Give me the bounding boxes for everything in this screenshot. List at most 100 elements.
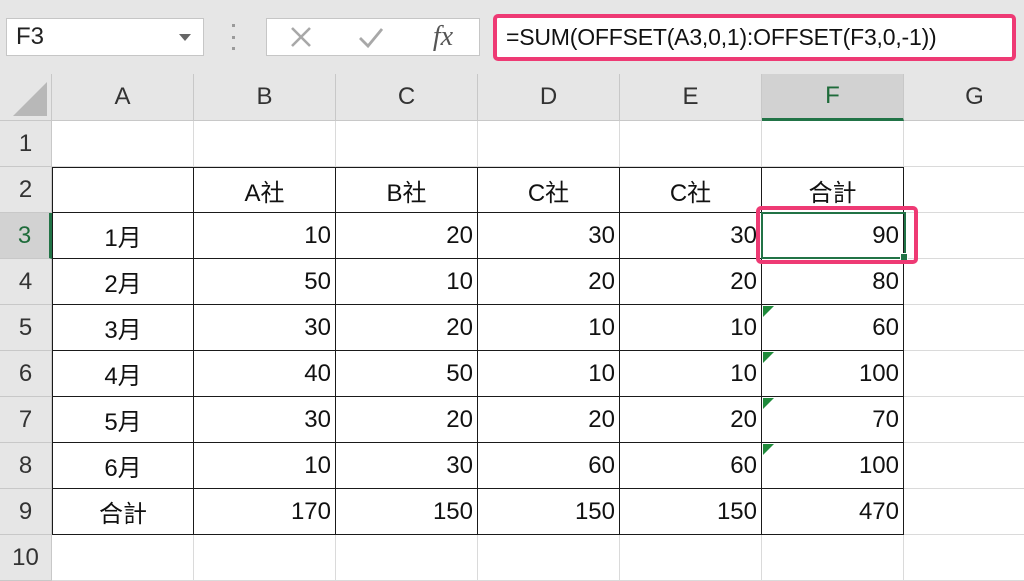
error-indicator-icon[interactable] (763, 352, 774, 363)
row-header-3[interactable]: 3 (0, 213, 52, 259)
chevron-down-icon[interactable] (179, 34, 191, 41)
cell-c9[interactable]: 150 (336, 489, 478, 535)
row-header-2[interactable]: 2 (0, 167, 52, 213)
cell-b5[interactable]: 30 (194, 305, 336, 351)
cell-e10[interactable] (620, 535, 762, 581)
formula-input[interactable]: =SUM(OFFSET(A3,0,1):OFFSET(F3,0,-1)) (493, 14, 1016, 61)
cell-b9[interactable]: 170 (194, 489, 336, 535)
cell-d4[interactable]: 20 (478, 259, 620, 305)
enter-check-icon[interactable] (353, 19, 389, 55)
cell-b7[interactable]: 30 (194, 397, 336, 443)
cell-c6[interactable]: 50 (336, 351, 478, 397)
name-box[interactable]: F3 (6, 18, 204, 56)
cell-g2[interactable] (904, 167, 1024, 213)
cell-f7[interactable]: 70 (762, 397, 904, 443)
column-header-e[interactable]: E (620, 74, 762, 121)
cell-a5[interactable]: 3月 (52, 305, 194, 351)
cell-b6[interactable]: 40 (194, 351, 336, 397)
cell-c8[interactable]: 30 (336, 443, 478, 489)
cell-f8[interactable]: 100 (762, 443, 904, 489)
cell-e6[interactable]: 10 (620, 351, 762, 397)
cell-f3[interactable]: 90 (762, 213, 904, 259)
row-header-6[interactable]: 6 (0, 351, 52, 397)
cell-d1[interactable] (478, 121, 620, 167)
cell-c3[interactable]: 20 (336, 213, 478, 259)
cell-c7[interactable]: 20 (336, 397, 478, 443)
cell-e4[interactable]: 20 (620, 259, 762, 305)
row-header-7[interactable]: 7 (0, 397, 52, 443)
column-header-b[interactable]: B (194, 74, 336, 121)
error-indicator-icon[interactable] (763, 306, 774, 317)
cell-c1[interactable] (336, 121, 478, 167)
cell-d3[interactable]: 30 (478, 213, 620, 259)
cancel-x-icon[interactable] (283, 19, 319, 55)
cell-e5[interactable]: 10 (620, 305, 762, 351)
cell-g1[interactable] (904, 121, 1024, 167)
cell-c4[interactable]: 10 (336, 259, 478, 305)
cell-c2[interactable]: B社 (336, 167, 478, 213)
cell-g7[interactable] (904, 397, 1024, 443)
cell-d5[interactable]: 10 (478, 305, 620, 351)
cell-g6[interactable] (904, 351, 1024, 397)
cell-f6[interactable]: 100 (762, 351, 904, 397)
row-header-1[interactable]: 1 (0, 121, 52, 167)
cell-e1[interactable] (620, 121, 762, 167)
row-header-5[interactable]: 5 (0, 305, 52, 351)
fill-handle[interactable] (900, 253, 908, 261)
cell-a6[interactable]: 4月 (52, 351, 194, 397)
cell-a8[interactable]: 6月 (52, 443, 194, 489)
cell-b1[interactable] (194, 121, 336, 167)
cell-d6[interactable]: 10 (478, 351, 620, 397)
cell-d2[interactable]: C社 (478, 167, 620, 213)
cell-g4[interactable] (904, 259, 1024, 305)
cell-e8[interactable]: 60 (620, 443, 762, 489)
row-header-10[interactable]: 10 (0, 535, 52, 581)
cell-a3[interactable]: 1月 (52, 213, 194, 259)
cell-f2[interactable]: 合計 (762, 167, 904, 213)
cell-d7[interactable]: 20 (478, 397, 620, 443)
cell-d10[interactable] (478, 535, 620, 581)
cell-a9[interactable]: 合計 (52, 489, 194, 535)
cell-g3[interactable] (904, 213, 1024, 259)
cell-d8[interactable]: 60 (478, 443, 620, 489)
cell-f10[interactable] (762, 535, 904, 581)
cell-f5[interactable]: 60 (762, 305, 904, 351)
column-header-g[interactable]: G (904, 74, 1024, 121)
drag-handle-icon[interactable] (229, 24, 237, 50)
column-header-d[interactable]: D (478, 74, 620, 121)
cell-a1[interactable] (52, 121, 194, 167)
cell-d9[interactable]: 150 (478, 489, 620, 535)
cell-g8[interactable] (904, 443, 1024, 489)
row-header-9[interactable]: 9 (0, 489, 52, 535)
cell-g9[interactable] (904, 489, 1024, 535)
cell-e2[interactable]: C社 (620, 167, 762, 213)
row-header-8[interactable]: 8 (0, 443, 52, 489)
cell-g5[interactable] (904, 305, 1024, 351)
cell-a4[interactable]: 2月 (52, 259, 194, 305)
cell-a10[interactable] (52, 535, 194, 581)
cell-c5[interactable]: 20 (336, 305, 478, 351)
row-header-4[interactable]: 4 (0, 259, 52, 305)
error-indicator-icon[interactable] (763, 444, 774, 455)
cell-c10[interactable] (336, 535, 478, 581)
error-indicator-icon[interactable] (763, 398, 774, 409)
column-header-c[interactable]: C (336, 74, 478, 121)
column-header-f[interactable]: F (762, 74, 904, 121)
cell-e7[interactable]: 20 (620, 397, 762, 443)
insert-function-icon[interactable]: fx (421, 19, 465, 55)
select-all-corner[interactable] (0, 74, 52, 121)
cell-e3[interactable]: 30 (620, 213, 762, 259)
cell-b3[interactable]: 10 (194, 213, 336, 259)
cell-a7[interactable]: 5月 (52, 397, 194, 443)
cell-e9[interactable]: 150 (620, 489, 762, 535)
cell-a2[interactable] (52, 167, 194, 213)
cell-f4[interactable]: 80 (762, 259, 904, 305)
cell-b8[interactable]: 10 (194, 443, 336, 489)
cell-b10[interactable] (194, 535, 336, 581)
cell-g10[interactable] (904, 535, 1024, 581)
column-header-a[interactable]: A (52, 74, 194, 121)
cell-f1[interactable] (762, 121, 904, 167)
cell-b2[interactable]: A社 (194, 167, 336, 213)
cell-b4[interactable]: 50 (194, 259, 336, 305)
cell-f9[interactable]: 470 (762, 489, 904, 535)
